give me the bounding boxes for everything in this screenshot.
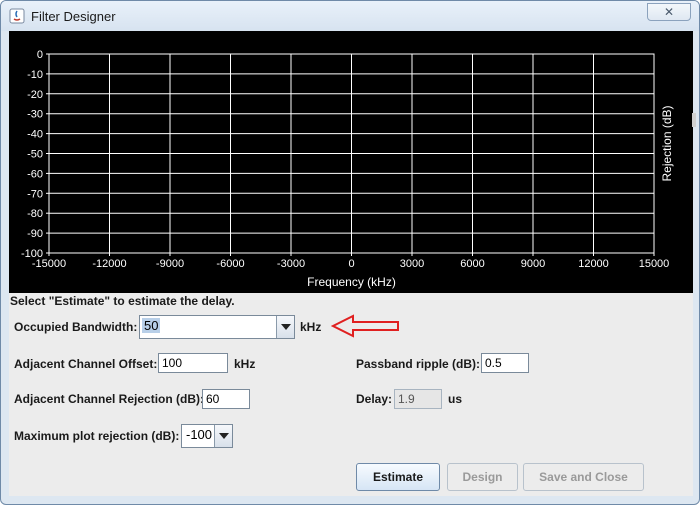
occupied-bandwidth-unit: kHz (300, 320, 322, 334)
x-tick-label: 12000 (578, 258, 609, 270)
close-button[interactable]: ✕ (647, 3, 691, 21)
passband-ripple-label: Passband ripple (dB): (356, 357, 481, 371)
y-tick-label: -80 (27, 208, 43, 220)
dialog-content: -15000 -12000 -9000 -6000 -3000 0 3000 6000 9000… (9, 31, 696, 496)
delay-unit: us (448, 392, 463, 406)
estimate-button[interactable]: Estimate (356, 463, 440, 491)
x-axis-label: Frequency (kHz) (307, 275, 396, 289)
y-tick-label: -70 (27, 188, 43, 200)
java-app-icon (9, 8, 25, 24)
design-button[interactable]: Design (447, 463, 518, 491)
window-title: Filter Designer (31, 9, 116, 24)
max-plot-rejection-label: Maximum plot rejection (dB): (14, 429, 180, 443)
red-arrow-annotation (331, 314, 399, 338)
delay-label: Delay: (356, 392, 393, 406)
rejection-chart: -15000 -12000 -9000 -6000 -3000 0 3000 6000 9000… (9, 31, 693, 293)
occupied-bandwidth-label: Occupied Bandwidth: (14, 320, 138, 334)
chevron-down-icon (281, 324, 291, 330)
x-tick-label: 9000 (521, 258, 545, 270)
estimate-hint: Select "Estimate" to estimate the delay. (10, 294, 235, 308)
x-tick-label: -9000 (156, 258, 184, 270)
y-tick-label: -10 (27, 69, 43, 81)
adjacent-offset-unit: kHz (234, 357, 256, 371)
x-tick-label: 6000 (460, 258, 484, 270)
x-tick-label: 0 (348, 258, 354, 270)
max-plot-rejection-dropdown-button[interactable] (214, 425, 232, 447)
chart-canvas: -15000 -12000 -9000 -6000 -3000 0 3000 6000 9000… (21, 49, 674, 289)
x-tick-label: 15000 (639, 258, 670, 270)
y-tick-label: -90 (27, 228, 43, 240)
x-tick-label: -3000 (277, 258, 305, 270)
passband-ripple-input[interactable] (481, 353, 529, 373)
filter-designer-window: Filter Designer ✕ -15000 -12000 -9000 -6000… (0, 0, 700, 505)
occupied-bandwidth-value: 50 (142, 318, 161, 333)
max-plot-rejection-combo[interactable]: -100 (181, 424, 233, 448)
y-tick-label: -60 (27, 168, 43, 180)
chevron-down-icon (219, 433, 229, 439)
chart-scroll-handle[interactable] (692, 113, 696, 127)
max-plot-rejection-value: -100 (186, 427, 213, 442)
y-tick-label: -30 (27, 109, 43, 121)
save-and-close-button[interactable]: Save and Close (523, 463, 644, 491)
y-tick-label: -40 (27, 129, 43, 141)
adjacent-rejection-label: Adjacent Channel Rejection (dB): (14, 392, 205, 406)
adjacent-offset-input[interactable] (158, 353, 228, 373)
close-icon: ✕ (663, 5, 675, 19)
x-tick-label: -12000 (92, 258, 126, 270)
y-tick-label: -100 (21, 248, 43, 260)
x-tick-label: -6000 (216, 258, 244, 270)
x-tick-label: 3000 (400, 258, 424, 270)
adjacent-offset-label: Adjacent Channel Offset: (14, 357, 158, 371)
occupied-bandwidth-combo[interactable]: 50 (139, 315, 295, 339)
y-tick-label: 0 (37, 49, 43, 61)
adjacent-rejection-input[interactable] (202, 389, 250, 409)
y-tick-label: -20 (27, 89, 43, 101)
occupied-bandwidth-dropdown-button[interactable] (276, 316, 294, 338)
delay-field (394, 389, 442, 409)
title-bar: Filter Designer ✕ (1, 1, 699, 31)
y-axis-label: Rejection (dB) (660, 105, 674, 181)
y-tick-label: -50 (27, 149, 43, 161)
